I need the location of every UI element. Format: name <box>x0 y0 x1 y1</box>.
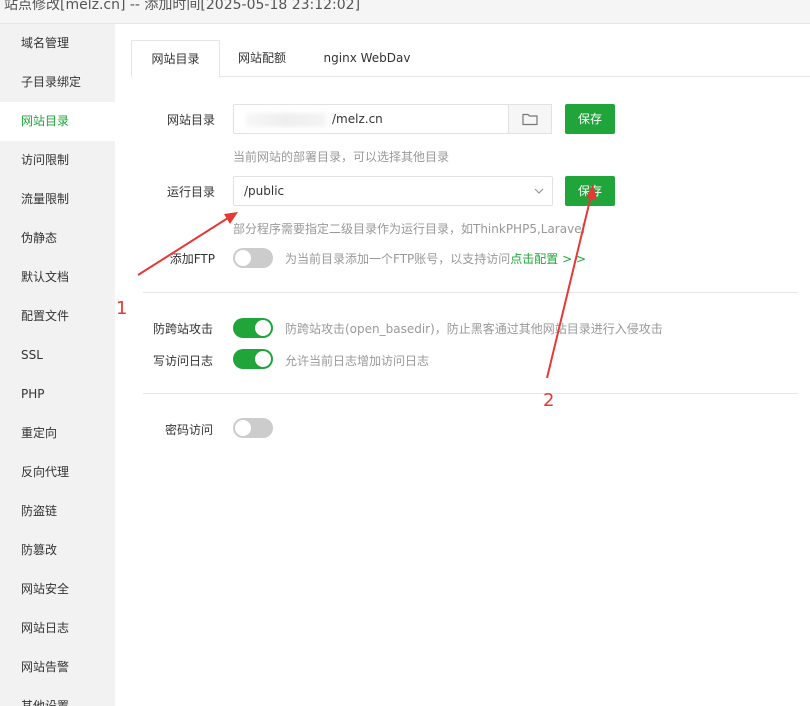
sidebar-item-default-doc[interactable]: 默认文档 <box>0 258 115 297</box>
run-dir-value: /public <box>244 184 285 198</box>
site-dir-label: 网站目录 <box>166 113 215 127</box>
sidebar: 域名管理 子目录绑定 网站目录 访问限制 流量限制 伪静态 默认文档 配置文件 … <box>0 24 115 706</box>
access-log-toggle[interactable] <box>233 349 273 369</box>
run-dir-label: 运行目录 <box>166 185 215 199</box>
tab-bar: 网站目录 网站配额 nginx WebDav <box>131 40 810 78</box>
sidebar-item-config-file[interactable]: 配置文件 <box>0 297 115 336</box>
window-title-bar: 站点修改[melz.cn] -- 添加时间[2025-05-18 23:12:0… <box>0 0 810 24</box>
sidebar-item-domain[interactable]: 域名管理 <box>0 24 115 63</box>
sidebar-item-traffic-limit[interactable]: 流量限制 <box>0 180 115 219</box>
cross-site-hint: 防跨站攻击(open_basedir)，防止黑客通过其他网站目录进行入侵攻击 <box>285 322 663 336</box>
tab-site-directory[interactable]: 网站目录 <box>131 40 220 78</box>
ftp-config-link[interactable]: 点击配置 > > <box>510 252 586 266</box>
password-access-toggle[interactable] <box>233 418 273 438</box>
ftp-label: 添加FTP <box>169 252 215 266</box>
run-dir-save-button[interactable]: 保存 <box>565 176 615 206</box>
sidebar-item-php[interactable]: PHP <box>0 375 115 414</box>
access-log-label: 写访问日志 <box>152 354 213 368</box>
sidebar-item-hotlink[interactable]: 防盗链 <box>0 492 115 531</box>
site-dir-input[interactable]: /melz.cn <box>233 104 509 134</box>
main-panel: 网站目录 网站配额 nginx WebDav 网站目录 /melz.cn 保存 … <box>115 24 810 706</box>
sidebar-item-site-directory[interactable]: 网站目录 <box>0 102 115 141</box>
sidebar-item-site-alert[interactable]: 网站告警 <box>0 648 115 687</box>
run-dir-select[interactable]: /public <box>233 176 553 206</box>
password-access-label: 密码访问 <box>164 423 213 437</box>
section-divider <box>143 393 798 394</box>
sidebar-item-access-limit[interactable]: 访问限制 <box>0 141 115 180</box>
tab-site-quota[interactable]: 网站配额 <box>224 40 300 77</box>
site-dir-hint: 当前网站的部署目录，可以选择其他目录 <box>233 150 450 164</box>
cross-site-toggle[interactable] <box>233 318 273 338</box>
section-divider <box>143 292 798 293</box>
sidebar-item-site-log[interactable]: 网站日志 <box>0 609 115 648</box>
toggle-knob <box>255 351 271 367</box>
window-title: 站点修改[melz.cn] -- 添加时间[2025-05-18 23:12:0… <box>4 0 361 13</box>
ftp-hint: 为当前目录添加一个FTP账号，以支持访问点击配置 > > <box>285 250 586 267</box>
cross-site-label: 防跨站攻击 <box>152 322 213 336</box>
chevron-down-icon <box>534 188 544 194</box>
redacted-path <box>246 113 326 127</box>
sidebar-item-tamper-proof[interactable]: 防篡改 <box>0 531 115 570</box>
site-dir-save-button[interactable]: 保存 <box>565 104 615 134</box>
folder-picker-button[interactable] <box>508 104 552 134</box>
site-dir-value: /melz.cn <box>332 112 383 126</box>
sidebar-item-rewrite[interactable]: 伪静态 <box>0 219 115 258</box>
toggle-knob <box>235 250 251 266</box>
sidebar-item-other-settings[interactable]: 其他设置 <box>0 687 115 706</box>
sidebar-item-site-security[interactable]: 网站安全 <box>0 570 115 609</box>
ftp-toggle[interactable] <box>233 248 273 268</box>
sidebar-item-subdir-binding[interactable]: 子目录绑定 <box>0 63 115 102</box>
sidebar-item-reverse-proxy[interactable]: 反向代理 <box>0 453 115 492</box>
sidebar-item-redirect[interactable]: 重定向 <box>0 414 115 453</box>
toggle-knob <box>235 420 251 436</box>
toggle-knob <box>255 320 271 336</box>
ftp-hint-text: 为当前目录添加一个FTP账号，以支持访问 <box>285 252 511 266</box>
folder-icon <box>522 113 538 126</box>
run-dir-hint: 部分程序需要指定二级目录作为运行目录，如ThinkPHP5,Laravel <box>233 222 585 236</box>
access-log-hint: 允许当前日志增加访问日志 <box>285 354 430 368</box>
tab-nginx-webdav[interactable]: nginx WebDav <box>313 40 421 77</box>
sidebar-item-ssl[interactable]: SSL <box>0 336 115 375</box>
